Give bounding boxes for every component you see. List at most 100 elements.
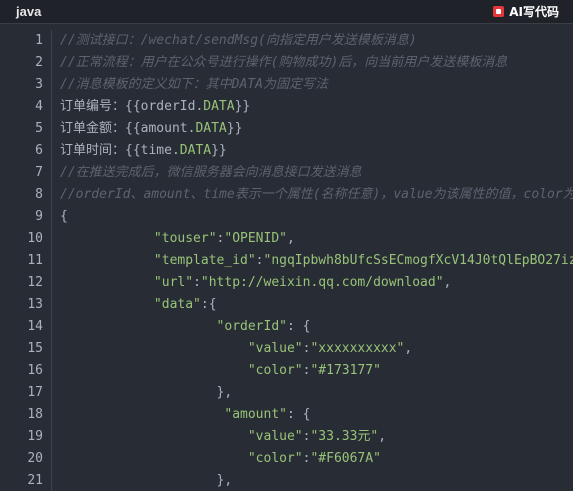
line-number: 1	[35, 33, 43, 48]
code-token: 订单编号：{{orderId.	[60, 99, 204, 114]
code-string: "#F6067A"	[310, 451, 381, 466]
line-number: 4	[35, 99, 43, 114]
code-token: : {	[287, 407, 311, 422]
ai-write-code-label: AI写代码	[509, 5, 559, 19]
line-number: 16	[27, 363, 43, 378]
code-line: },	[60, 382, 573, 404]
code-string: "template_id"	[153, 253, 256, 268]
code-line: //orderId、amount、time表示一个属性(名称任意)，value为…	[60, 184, 573, 206]
line-number: 2	[35, 55, 43, 70]
code-token: :	[193, 275, 201, 290]
code-line: //正常流程：用户在公众号进行操作(购物成功)后，向当前用户发送模板消息	[60, 52, 573, 74]
code-token: ,	[287, 231, 295, 246]
code-token: ,	[378, 429, 387, 444]
code-line: "amount": {	[60, 404, 573, 426]
code-token: }}	[234, 99, 251, 114]
line-number: 11	[27, 253, 43, 268]
code-line: "color":"#173177"	[60, 360, 573, 382]
code-token: ,	[404, 341, 413, 356]
code-line: "value":"xxxxxxxxxx",	[60, 338, 573, 360]
code-token: :{	[200, 297, 217, 312]
code-string: "value"	[247, 429, 303, 444]
code-line: //测试接口：/wechat/sendMsg(向指定用户发送模板消息)	[60, 30, 573, 52]
code-line: 订单编号：{{orderId.DATA}}	[60, 96, 573, 118]
code-token: 订单时间：{{time.	[60, 143, 180, 158]
code-line: "orderId": {	[60, 316, 573, 338]
code-string: "#173177"	[310, 363, 381, 378]
code-string: "data"	[153, 297, 201, 312]
ai-write-code-button[interactable]: AI写代码	[493, 3, 559, 20]
line-number: 18	[27, 407, 43, 422]
line-number: 20	[27, 451, 43, 466]
code-string: "ngqIpbwh8bUfcSsECmogfXcV14J0tQlEpBO27iz…	[263, 253, 573, 268]
code-line: "url":"http://weixin.qq.com/download",	[60, 272, 573, 294]
line-number: 10	[27, 231, 43, 246]
code-token: DATA	[179, 143, 212, 158]
code-string: "33.33元"	[310, 429, 379, 444]
code-line: 订单金额：{{amount.DATA}}	[60, 118, 573, 140]
code-token: DATA	[203, 99, 235, 114]
code-token: },	[60, 385, 233, 400]
line-number: 19	[27, 429, 43, 444]
code-string: "url"	[153, 275, 194, 290]
line-number-gutter: 1 2 3 4 5 6 7 8 9 10 11 12 13 14 15 16 17 18 19 20 21	[0, 30, 52, 491]
code-line: "data":{	[60, 294, 573, 316]
line-number: 13	[27, 297, 43, 312]
line-number: 7	[35, 165, 43, 180]
code-line: //消息模板的定义如下：其中DATA为固定写法	[60, 74, 573, 96]
code-string: "value"	[247, 341, 303, 356]
code-comment: //在推送完成后，微信服务器会向消息接口发送消息	[60, 165, 362, 180]
code-token: DATA	[195, 121, 227, 136]
code-token: 订单金额：{{amount.	[60, 121, 196, 136]
code-line: 订单时间：{{time.DATA}}	[60, 140, 573, 162]
code-comment: //orderId、amount、time表示一个属性(名称任意)，value为…	[60, 187, 573, 202]
code-token: }}	[211, 143, 227, 158]
code-token: }}	[226, 121, 243, 136]
code-line: },	[60, 470, 573, 491]
code-line: "color":"#F6067A"	[60, 448, 573, 470]
code-token: :	[255, 253, 264, 268]
code-block-header: java AI写代码	[0, 0, 573, 24]
code-string: "amount"	[224, 407, 287, 422]
line-number: 9	[35, 209, 43, 224]
line-number: 3	[35, 77, 43, 92]
code-editor[interactable]: 1 2 3 4 5 6 7 8 9 10 11 12 13 14 15 16 17 18 19 20 21 //测试接口…	[0, 30, 573, 491]
code-string: "touser"	[153, 231, 217, 246]
line-number: 17	[27, 385, 43, 400]
line-number: 15	[27, 341, 43, 356]
code-line: "template_id":"ngqIpbwh8bUfcSsECmogfXcV1…	[60, 250, 573, 272]
code-comment: //正常流程：用户在公众号进行操作(购物成功)后，向当前用户发送模板消息	[60, 55, 508, 70]
line-number: 8	[35, 187, 43, 202]
line-number: 21	[27, 473, 43, 488]
code-line: //在推送完成后，微信服务器会向消息接口发送消息	[60, 162, 573, 184]
line-number: 6	[35, 143, 43, 158]
code-line: "touser":"OPENID",	[60, 228, 573, 250]
code-line: "value":"33.33元",	[60, 426, 573, 448]
language-label: java	[16, 4, 42, 19]
code-string: "color"	[247, 451, 303, 466]
code-string: "http://weixin.qq.com/download"	[200, 275, 444, 290]
code-string: "xxxxxxxxxx"	[310, 341, 405, 356]
code-string: "color"	[247, 363, 303, 378]
line-number: 14	[27, 319, 43, 334]
code-content: //测试接口：/wechat/sendMsg(向指定用户发送模板消息) //正常流…	[52, 30, 573, 491]
line-number: 12	[27, 275, 43, 290]
code-string: "OPENID"	[224, 231, 287, 246]
code-comment: //消息模板的定义如下：其中DATA为固定写法	[60, 77, 328, 92]
code-token: {	[60, 209, 68, 224]
code-comment: //测试接口：/wechat/sendMsg(向指定用户发送模板消息)	[60, 33, 417, 48]
code-token: ,	[443, 275, 452, 290]
code-token: },	[60, 473, 233, 488]
code-token: : {	[287, 319, 311, 334]
code-line: {	[60, 206, 573, 228]
